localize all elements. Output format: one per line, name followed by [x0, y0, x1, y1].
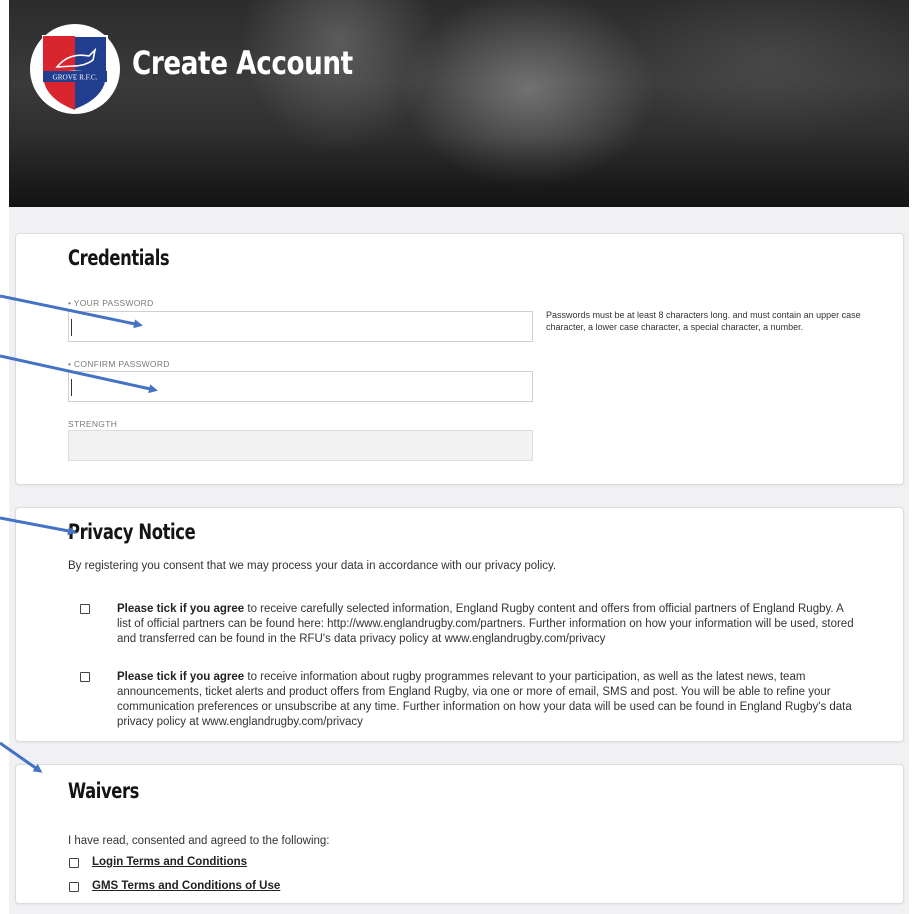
- password-input[interactable]: [68, 311, 533, 342]
- consent-partners-text: Please tick if you agree to receive care…: [117, 602, 857, 647]
- text-caret: [71, 319, 72, 336]
- waivers-intro: I have read, consented and agreed to the…: [68, 835, 330, 847]
- text-caret: [71, 379, 72, 396]
- privacy-intro: By registering you consent that we may p…: [68, 560, 557, 572]
- privacy-title: Privacy Notice: [68, 520, 196, 544]
- strength-meter: [68, 430, 533, 461]
- credentials-title: Credentials: [68, 246, 170, 270]
- password-help-text: Passwords must be at least 8 characters …: [546, 310, 861, 332]
- waivers-card: Waivers I have read, consented and agree…: [15, 764, 904, 904]
- password-label: • YOUR PASSWORD: [68, 298, 154, 308]
- club-crest-logo: GROVE R.F.C.: [30, 24, 120, 114]
- consent-news-text: Please tick if you agree to receive info…: [117, 670, 857, 730]
- waiver-gms-terms-link[interactable]: GMS Terms and Conditions of Use: [92, 880, 280, 892]
- consent-partners-bold: Please tick if you agree: [117, 603, 245, 615]
- waiver-login-terms-link[interactable]: Login Terms and Conditions: [92, 856, 247, 868]
- waiver-login-terms-checkbox[interactable]: [69, 858, 79, 868]
- logo-text: GROVE R.F.C.: [53, 74, 98, 82]
- confirm-password-input[interactable]: [68, 371, 533, 402]
- credentials-card: Credentials • YOUR PASSWORD • CONFIRM PA…: [15, 233, 904, 485]
- consent-news-checkbox[interactable]: [80, 672, 90, 682]
- strength-label: STRENGTH: [68, 419, 118, 429]
- waivers-title: Waivers: [68, 779, 140, 803]
- waiver-gms-terms-checkbox[interactable]: [69, 882, 79, 892]
- consent-partners-checkbox[interactable]: [80, 604, 90, 614]
- page-title: Create Account: [132, 44, 353, 82]
- privacy-card: Privacy Notice By registering you consen…: [15, 507, 904, 742]
- hero-banner: GROVE R.F.C. Create Account: [9, 0, 909, 207]
- confirm-password-label: • CONFIRM PASSWORD: [68, 359, 170, 369]
- consent-news-bold: Please tick if you agree: [117, 671, 245, 683]
